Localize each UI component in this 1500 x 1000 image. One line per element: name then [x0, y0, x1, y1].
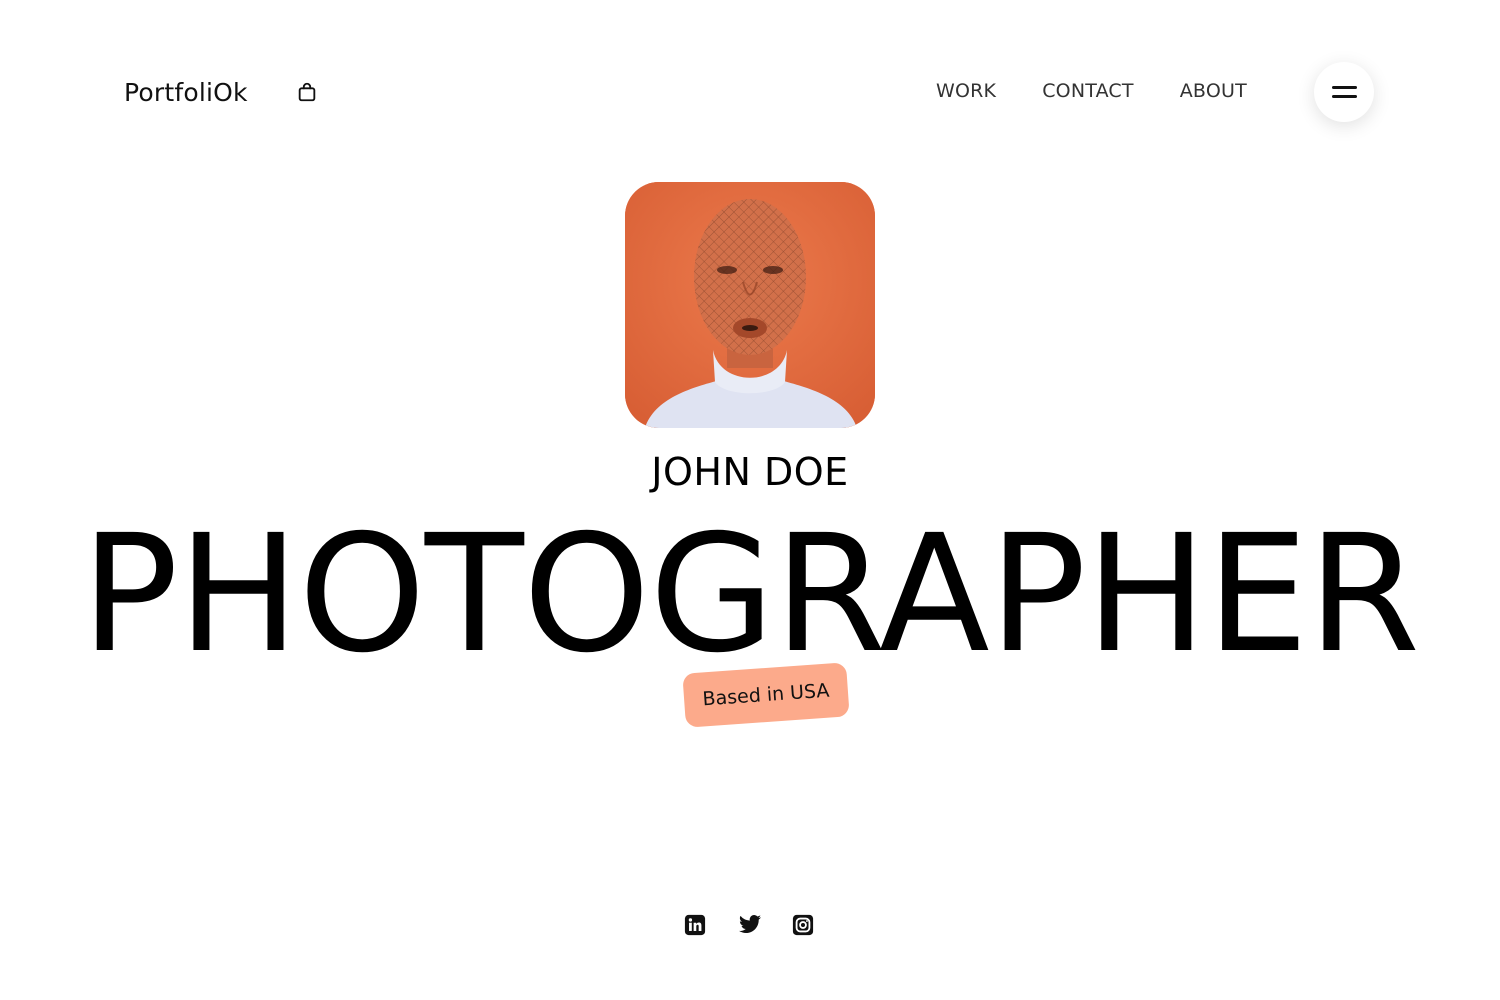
social-links — [684, 914, 814, 936]
profession-headline: PHOTOGRAPHER — [80, 501, 1420, 689]
nav-link-about[interactable]: ABOUT — [1180, 80, 1247, 102]
logo[interactable]: PortfoliOk — [124, 78, 248, 107]
location-badge: Based in USA — [682, 662, 850, 728]
menu-button[interactable] — [1314, 62, 1374, 122]
shopping-bag-icon[interactable] — [296, 81, 318, 103]
nav-link-contact[interactable]: CONTACT — [1042, 80, 1134, 102]
main-nav: WORK CONTACT ABOUT — [936, 80, 1247, 102]
twitter-icon[interactable] — [738, 914, 761, 936]
profile-photo — [625, 182, 875, 428]
nav-link-work[interactable]: WORK — [936, 80, 996, 102]
instagram-icon[interactable] — [792, 914, 814, 936]
linkedin-icon[interactable] — [684, 914, 706, 936]
person-name: JOHN DOE — [651, 450, 849, 494]
page: PortfoliOk WORK CONTACT ABOUT JOHN DOE P… — [0, 0, 1500, 1000]
